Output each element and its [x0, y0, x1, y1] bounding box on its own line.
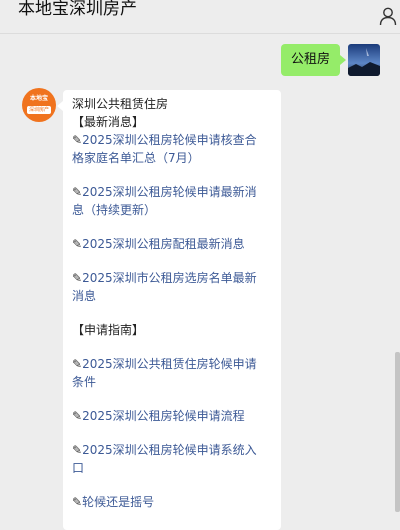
guide-link-continued[interactable]: 条件 [72, 373, 272, 391]
news-link[interactable]: ✎2025深圳市公租房选房名单最新 [72, 269, 272, 287]
pencil-icon: ✎ [72, 237, 83, 251]
news-link-continued[interactable]: 格家庭名单汇总（7月） [72, 149, 272, 167]
bot-avatar-brand: 本地宝 [29, 95, 48, 102]
guide-link[interactable]: ✎2025深圳公共租赁住房轮候申请 [72, 355, 272, 373]
pencil-icon: ✎ [72, 357, 83, 371]
pencil-icon: ✎ [72, 443, 83, 457]
news-link-continued[interactable]: 消息 [72, 287, 272, 305]
page-title: 本地宝深圳房产 [18, 0, 137, 19]
pencil-icon: ✎ [72, 495, 83, 509]
message-intro: 深圳公共租赁住房 [72, 97, 169, 111]
section-heading-guide: 【申请指南】 [72, 323, 145, 337]
pencil-icon: ✎ [72, 409, 83, 423]
pencil-icon: ✎ [72, 185, 83, 199]
news-link[interactable]: ✎2025深圳公租房轮候申请核查合 [72, 131, 272, 149]
pencil-icon: ✎ [72, 133, 83, 147]
guide-link[interactable]: ✎2025深圳公租房轮候申请流程 [72, 407, 272, 425]
section-heading-latest: 【最新消息】 [72, 115, 145, 129]
top-bar: 本地宝深圳房产 [0, 0, 400, 34]
scrollbar-thumb[interactable] [395, 352, 400, 512]
guide-link[interactable]: ✎2025深圳公租房轮候申请系统入 [72, 441, 272, 459]
guide-link-continued[interactable]: 口 [72, 459, 272, 477]
pencil-icon: ✎ [72, 271, 83, 285]
outgoing-message-bubble[interactable]: 公租房 [280, 44, 347, 76]
guide-link[interactable]: ✎轮候还是摇号 [72, 493, 272, 511]
news-link[interactable]: ✎2025深圳公租房轮候申请最新消 [72, 183, 272, 201]
incoming-message-bubble: 深圳公共租赁住房 【最新消息】 ✎2025深圳公租房轮候申请核查合 格家庭名单汇… [57, 90, 281, 530]
user-avatar[interactable] [348, 44, 380, 76]
news-link[interactable]: ✎2025深圳公租房配租最新消息 [72, 235, 272, 253]
bot-avatar[interactable]: 本地宝 深圳房产 [22, 88, 56, 122]
news-link-continued[interactable]: 息（持续更新） [72, 201, 272, 219]
bot-avatar-subtitle: 深圳房产 [27, 106, 51, 114]
person-icon[interactable] [378, 6, 398, 26]
